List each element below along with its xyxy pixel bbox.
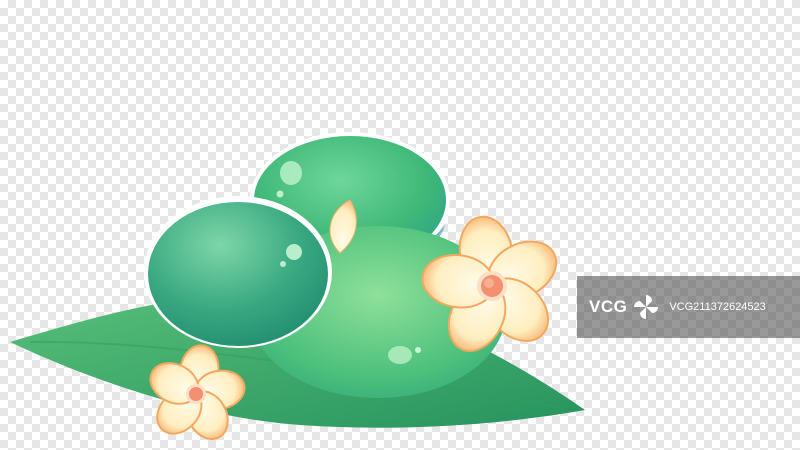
pinwheel-icon — [634, 295, 659, 319]
stone-left — [144, 196, 332, 348]
watermark: VCG VCG211372624523 — [577, 276, 800, 338]
watermark-logo-text: VCG — [589, 297, 628, 316]
pebble-flower-illustration — [10, 132, 585, 440]
watermark-image-id: VCG211372624523 — [669, 301, 766, 313]
watermark-logo: VCG — [589, 292, 661, 322]
